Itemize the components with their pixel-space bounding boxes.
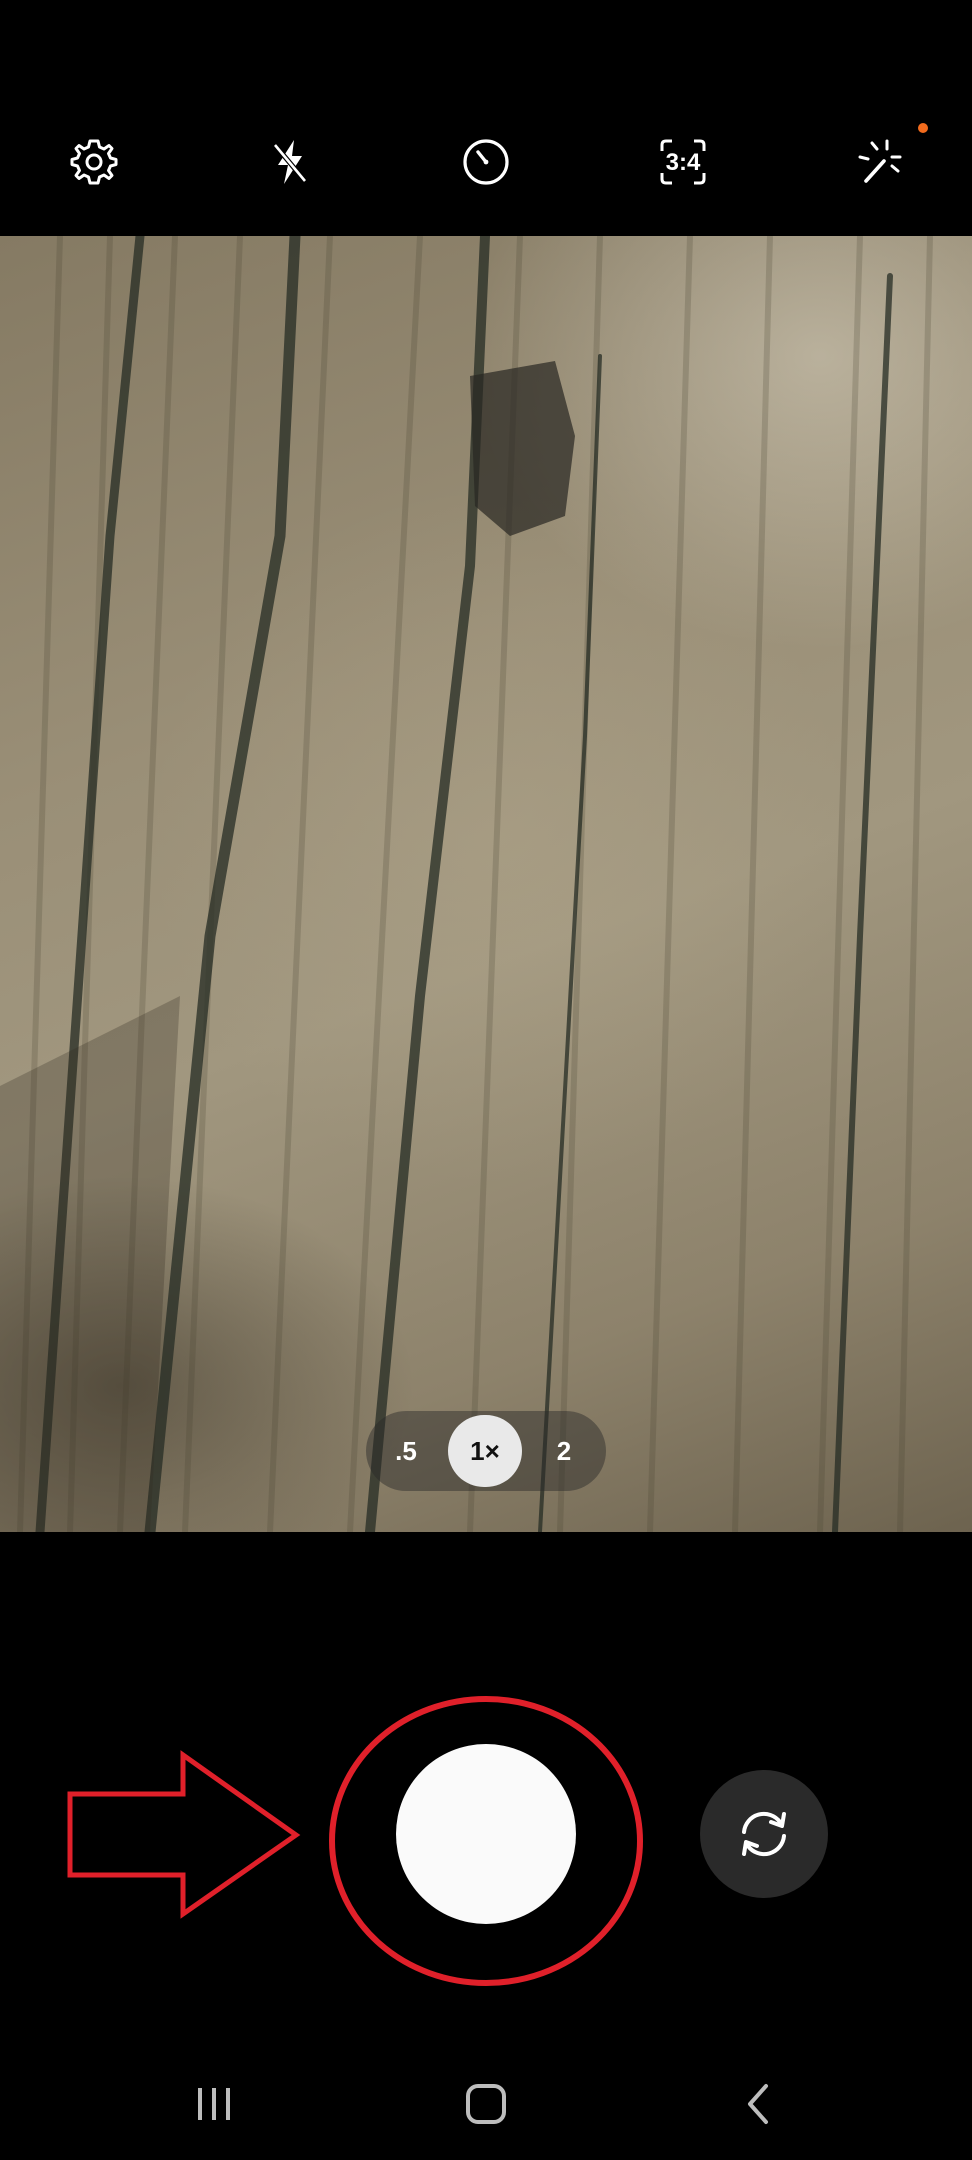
arrow-annotation	[67, 1750, 301, 1919]
magic-wand-icon	[858, 139, 902, 183]
flash-button[interactable]	[254, 126, 326, 198]
settings-button[interactable]	[58, 126, 130, 198]
aspect-ratio-button[interactable]: 3:4	[647, 126, 719, 198]
gear-icon	[70, 139, 118, 185]
home-icon	[466, 2084, 506, 2124]
camera-top-bar: 3:4	[0, 0, 972, 236]
camera-viewfinder[interactable]: .5 1× 2	[0, 236, 972, 1532]
switch-camera-button[interactable]	[700, 1770, 828, 1898]
timer-button[interactable]	[450, 126, 522, 198]
recent-apps-button[interactable]	[166, 2066, 262, 2142]
back-icon	[748, 2084, 768, 2124]
filters-button[interactable]	[843, 126, 915, 198]
notification-dot	[918, 123, 928, 133]
zoom-option-selected[interactable]: 1×	[448, 1415, 522, 1487]
zoom-option-telephoto[interactable]: 2	[540, 1415, 588, 1487]
zoom-option-ultrawide[interactable]: .5	[382, 1415, 430, 1487]
aspect-ratio-icon: 3:4	[660, 139, 706, 185]
home-button[interactable]	[438, 2066, 534, 2142]
shutter-button[interactable]	[396, 1744, 576, 1924]
flash-off-icon	[273, 140, 307, 184]
camera-flip-icon	[742, 1811, 786, 1857]
wood-surface-preview	[0, 236, 933, 1532]
aspect-ratio-label: 3:4	[666, 149, 701, 176]
timer-icon	[463, 139, 509, 185]
zoom-selector: .5 1× 2	[366, 1411, 606, 1491]
recent-apps-icon	[198, 2088, 230, 2120]
back-button[interactable]	[710, 2066, 806, 2142]
